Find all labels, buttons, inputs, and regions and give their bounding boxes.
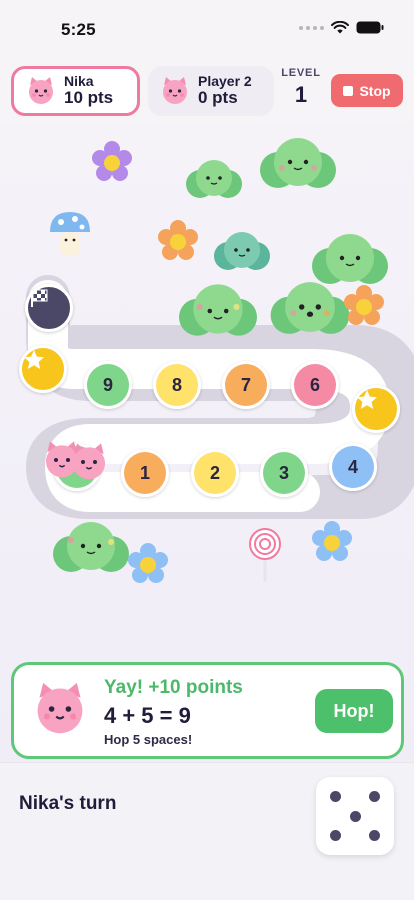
space-fill: 7 bbox=[225, 364, 267, 406]
result-equation: 4 + 5 = 9 bbox=[104, 703, 191, 728]
level-indicator: LEVEL 1 bbox=[280, 67, 322, 108]
status-time: 5:25 bbox=[61, 20, 96, 39]
board-space-9[interactable]: 9 bbox=[84, 361, 132, 409]
stop-button[interactable]: Stop bbox=[331, 74, 403, 107]
status-bar: 5:25 bbox=[0, 0, 414, 58]
orange-flower-icon bbox=[158, 220, 198, 260]
dice-pip bbox=[349, 810, 361, 822]
board-space-3[interactable]: 3 bbox=[260, 449, 308, 497]
board-space-8[interactable]: 8 bbox=[153, 361, 201, 409]
purple-flower-icon bbox=[92, 141, 132, 181]
space-number: 6 bbox=[309, 374, 320, 395]
pink-cat-avatar-icon bbox=[163, 77, 187, 104]
player-name: Nika bbox=[64, 72, 94, 89]
game-header: Nika 10 pts Player 2 0 pts LEVEL 1 Stop bbox=[0, 58, 414, 122]
space-fill: 8 bbox=[156, 364, 198, 406]
space-fill: 6 bbox=[294, 364, 336, 406]
dice-pip bbox=[369, 830, 380, 841]
star-space[interactable] bbox=[19, 345, 67, 393]
finish-space[interactable] bbox=[25, 284, 73, 332]
result-subtitle: Hop 5 spaces! bbox=[104, 732, 193, 747]
bush-icon bbox=[53, 522, 129, 572]
blue-flower-icon bbox=[312, 521, 352, 561]
space-fill: 1 bbox=[124, 452, 166, 494]
dice-pip bbox=[330, 830, 341, 841]
turn-indicator: Nika's turn bbox=[19, 793, 117, 814]
star-space[interactable] bbox=[352, 385, 400, 433]
stop-icon bbox=[343, 85, 354, 96]
space-fill: 3 bbox=[263, 452, 305, 494]
dice-pip bbox=[369, 791, 380, 802]
level-value: 1 bbox=[294, 82, 308, 107]
dice-button[interactable] bbox=[316, 777, 394, 855]
level-label: LEVEL bbox=[281, 67, 321, 79]
star-icon bbox=[357, 390, 377, 409]
board-space-6[interactable]: 6 bbox=[291, 361, 339, 409]
bush-icon bbox=[214, 232, 270, 270]
player-card-2[interactable]: Player 2 0 pts bbox=[148, 66, 274, 116]
board-space-4[interactable]: 4 bbox=[329, 443, 377, 491]
wifi-icon bbox=[331, 21, 349, 34]
bush-icon bbox=[260, 138, 336, 188]
battery-icon bbox=[356, 21, 384, 34]
lollipop-icon bbox=[249, 528, 281, 582]
status-icons bbox=[299, 21, 384, 34]
blue-flower-icon bbox=[128, 543, 168, 583]
signal-icon bbox=[299, 25, 324, 30]
player-points: 0 pts bbox=[198, 88, 238, 108]
result-title: Yay! +10 points bbox=[104, 677, 243, 698]
space-number: 1 bbox=[139, 462, 150, 483]
mushroom-icon bbox=[50, 212, 90, 256]
board-space-2[interactable]: 2 bbox=[191, 449, 239, 497]
bush-icon bbox=[179, 284, 257, 336]
result-card: Yay! +10 points 4 + 5 = 9 Hop 5 spaces! … bbox=[11, 662, 404, 759]
hop-button[interactable]: Hop! bbox=[315, 689, 393, 733]
bush-icon bbox=[312, 234, 388, 284]
board-space-1[interactable]: 1 bbox=[121, 449, 169, 497]
player-points: 10 pts bbox=[64, 88, 114, 108]
pink-cat-icon bbox=[37, 682, 83, 734]
space-fill: 4 bbox=[332, 446, 374, 488]
space-number: 2 bbox=[209, 462, 220, 483]
dice-pip bbox=[330, 791, 341, 802]
space-fill: 9 bbox=[87, 364, 129, 406]
checkered-flag-icon bbox=[31, 289, 48, 307]
bush-icon bbox=[186, 160, 242, 198]
space-number: 4 bbox=[347, 456, 358, 477]
player-name: Player 2 bbox=[198, 72, 252, 89]
orange-flower-icon bbox=[344, 285, 384, 325]
turn-bar: Nika's turn bbox=[0, 762, 414, 900]
star-icon bbox=[24, 350, 44, 369]
space-number: 3 bbox=[278, 462, 289, 483]
board-space-7[interactable]: 7 bbox=[222, 361, 270, 409]
space-number: 9 bbox=[102, 374, 113, 395]
player-token-icon bbox=[73, 443, 105, 480]
bush-icon bbox=[270, 282, 350, 334]
space-number: 8 bbox=[171, 374, 182, 395]
pink-cat-avatar-icon bbox=[29, 77, 53, 104]
stop-label: Stop bbox=[359, 82, 391, 99]
space-number: 7 bbox=[240, 374, 251, 395]
player-card-1[interactable]: Nika 10 pts bbox=[11, 66, 140, 116]
space-fill: 2 bbox=[194, 452, 236, 494]
